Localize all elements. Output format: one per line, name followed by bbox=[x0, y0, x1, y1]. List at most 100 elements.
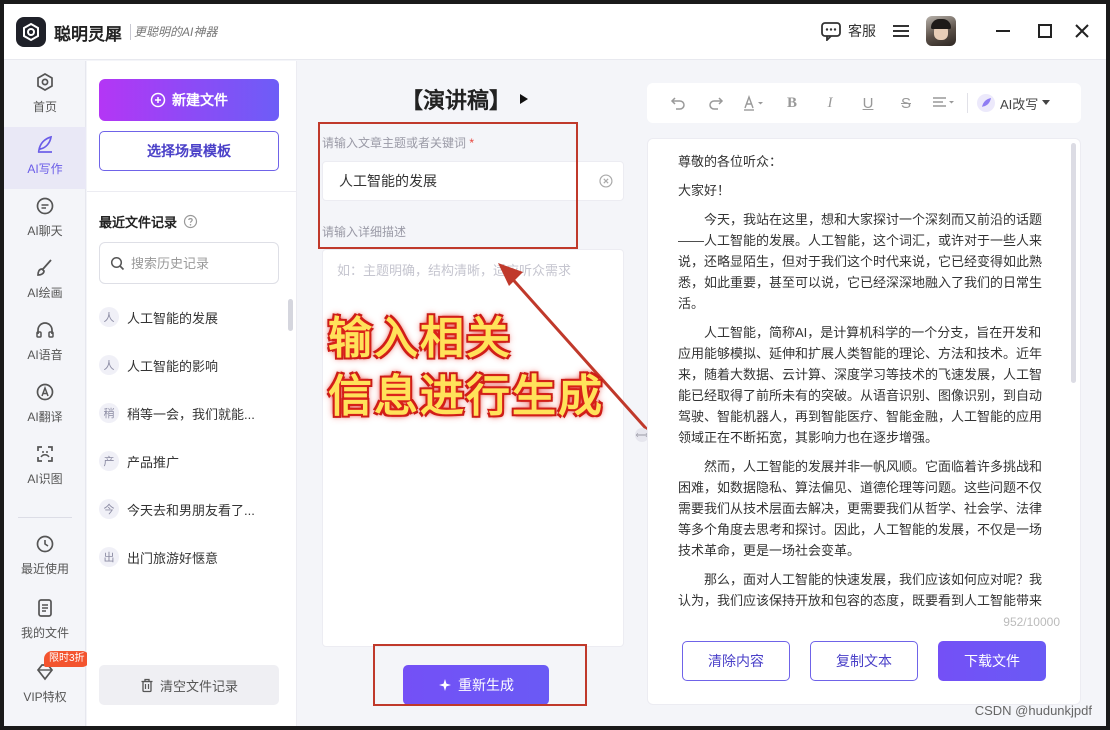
app-logo-icon bbox=[16, 17, 46, 47]
history-item-text: 出门旅游好惬意 bbox=[127, 550, 219, 566]
left-nav: 首页 AI写作 AI聊天 AI绘画 AI语音 AI翻译 AI识图 最近使用 我的… bbox=[4, 61, 90, 726]
nav-item-ai-translate[interactable]: AI翻译 bbox=[4, 375, 86, 437]
history-item-icon: 今 bbox=[99, 499, 119, 519]
play-arrow-icon bbox=[520, 94, 528, 104]
history-item-icon: 人 bbox=[99, 307, 119, 327]
close-icon[interactable] bbox=[1073, 22, 1091, 40]
history-item-icon: 出 bbox=[99, 547, 119, 567]
chat-icon bbox=[36, 197, 54, 215]
recent-files-title: 最近文件记录 bbox=[99, 215, 178, 230]
pen-icon bbox=[37, 135, 53, 153]
title-divider bbox=[130, 24, 131, 40]
topic-input[interactable] bbox=[339, 173, 600, 189]
detail-field[interactable] bbox=[322, 249, 624, 647]
customer-service-button[interactable]: 客服 bbox=[820, 21, 876, 41]
nav-item-ai-chat[interactable]: AI聊天 bbox=[4, 189, 86, 251]
nav-item-my-files[interactable]: 我的文件 bbox=[4, 591, 86, 653]
editor-panel: 尊敬的各位听众： 大家好！ 今天，我站在这里，想和大家探讨一个深刻而又前沿的话题… bbox=[647, 138, 1081, 705]
chat-bubble-icon bbox=[821, 22, 841, 41]
history-item[interactable]: 产产品推广 bbox=[99, 437, 279, 485]
italic-icon[interactable]: I bbox=[811, 88, 849, 118]
nav-label: AI聊天 bbox=[27, 224, 63, 238]
nav-divider bbox=[18, 517, 72, 518]
doc-type-selector[interactable]: 【演讲稿】 bbox=[298, 83, 632, 115]
nav-item-recent[interactable]: 最近使用 bbox=[4, 527, 86, 589]
history-search-input[interactable] bbox=[131, 255, 271, 271]
history-item-icon: 人 bbox=[99, 355, 119, 375]
app-window: 聪明灵犀 更聪明的AI神器 客服 首页 AI写作 AI聊天 AI绘画 AI语音 … bbox=[4, 4, 1106, 726]
body-paragraph: 人工智能，简称AI，是计算机科学的一个分支，旨在开发和应用能够模拟、延伸和扩展人… bbox=[678, 325, 1043, 445]
plus-circle-icon bbox=[150, 92, 166, 108]
history-item-icon: 产 bbox=[99, 451, 119, 471]
greeting-paragraph: 尊敬的各位听众： bbox=[678, 154, 783, 169]
clear-history-button[interactable]: 清空文件记录 bbox=[99, 665, 279, 705]
minimize-icon[interactable] bbox=[994, 22, 1012, 40]
history-item-text: 产品推广 bbox=[127, 454, 180, 470]
customer-service-label: 客服 bbox=[848, 23, 876, 39]
nav-item-home[interactable]: 首页 bbox=[4, 65, 86, 127]
toolbar-divider bbox=[967, 93, 968, 113]
select-template-button[interactable]: 选择场景模板 bbox=[99, 131, 279, 171]
editor-content[interactable]: 尊敬的各位听众： 大家好！ 今天，我站在这里，想和大家探讨一个深刻而又前沿的话题… bbox=[648, 139, 1068, 611]
undo-icon[interactable] bbox=[659, 88, 697, 118]
nav-item-ai-writing[interactable]: AI写作 bbox=[4, 127, 86, 189]
detail-textarea[interactable] bbox=[337, 260, 609, 636]
strikethrough-icon[interactable]: S bbox=[887, 88, 925, 118]
chevron-down-icon bbox=[1042, 100, 1051, 105]
file-panel: 新建文件 选择场景模板 最近文件记录 人人工智能的发展 人人工智能的影响 稍稍等… bbox=[87, 61, 297, 726]
download-file-button[interactable]: 下载文件 bbox=[938, 641, 1046, 681]
nav-label: AI写作 bbox=[27, 162, 63, 176]
history-item[interactable]: 人人工智能的发展 bbox=[99, 293, 279, 341]
nav-label: AI绘画 bbox=[27, 286, 63, 300]
app-name: 聪明灵犀 bbox=[54, 25, 122, 44]
nav-item-ai-voice[interactable]: AI语音 bbox=[4, 313, 86, 375]
body-paragraph: 那么，面对人工智能的快速发展，我们应该如何应对呢？我认为，我们应该保持开放和包容… bbox=[678, 572, 1043, 608]
history-search-box[interactable] bbox=[99, 242, 279, 284]
editor-scrollbar[interactable] bbox=[1071, 143, 1076, 383]
quill-icon bbox=[977, 94, 995, 112]
greeting-paragraph: 大家好！ bbox=[678, 183, 731, 198]
topic-label: 请输入文章主题或者关键词 * bbox=[322, 134, 474, 151]
nav-item-ai-image-recognition[interactable]: AI识图 bbox=[4, 437, 86, 499]
menu-icon[interactable] bbox=[892, 23, 910, 39]
history-item-text: 稍等一会，我们就能... bbox=[127, 406, 255, 422]
align-icon[interactable] bbox=[925, 88, 963, 118]
nav-label: 最近使用 bbox=[20, 562, 69, 576]
body-paragraph: 然而，人工智能的发展并非一帆风顺。它面临着许多挑战和困难，如数据隐私、算法偏见、… bbox=[678, 459, 1043, 558]
help-icon[interactable] bbox=[183, 214, 198, 229]
font-color-icon[interactable] bbox=[735, 88, 773, 118]
underline-icon[interactable]: U bbox=[849, 88, 887, 118]
user-avatar[interactable] bbox=[926, 16, 956, 46]
maximize-icon[interactable] bbox=[1036, 22, 1054, 40]
brush-icon bbox=[37, 259, 52, 276]
history-item[interactable]: 稍稍等一会，我们就能... bbox=[99, 389, 279, 437]
required-mark: * bbox=[469, 136, 475, 150]
topic-field[interactable] bbox=[322, 161, 624, 201]
history-item[interactable]: 出出门旅游好惬意 bbox=[99, 533, 279, 581]
char-count: 952/10000 bbox=[1003, 615, 1060, 629]
regenerate-label: 重新生成 bbox=[458, 677, 514, 693]
clear-content-button[interactable]: 清除内容 bbox=[682, 641, 790, 681]
redo-icon[interactable] bbox=[697, 88, 735, 118]
bold-icon[interactable]: B bbox=[773, 88, 811, 118]
copy-text-button[interactable]: 复制文本 bbox=[810, 641, 918, 681]
clear-input-icon[interactable] bbox=[599, 174, 613, 188]
nav-label: AI识图 bbox=[27, 472, 63, 486]
history-item-text: 人工智能的影响 bbox=[127, 358, 219, 374]
app-slogan: 更聪明的AI神器 bbox=[134, 25, 218, 39]
doc-type-title: 【演讲稿】 bbox=[400, 88, 511, 113]
image-scan-icon bbox=[37, 446, 53, 462]
ai-rewrite-button[interactable]: AI改写 bbox=[976, 93, 1051, 113]
nav-label: 首页 bbox=[32, 100, 57, 114]
history-scrollbar[interactable] bbox=[288, 299, 293, 331]
new-file-button[interactable]: 新建文件 bbox=[99, 79, 279, 121]
title-bar: 聪明灵犀 更聪明的AI神器 客服 bbox=[4, 4, 1106, 60]
history-icon bbox=[36, 535, 54, 553]
trash-icon bbox=[141, 678, 153, 692]
panel-divider bbox=[87, 191, 297, 192]
regenerate-button[interactable]: 重新生成 bbox=[403, 665, 549, 705]
input-form: 【演讲稿】 请输入文章主题或者关键词 * 请输入详细描述 重新生成 bbox=[298, 61, 632, 726]
nav-item-ai-painting[interactable]: AI绘画 bbox=[4, 251, 86, 313]
history-item[interactable]: 人人工智能的影响 bbox=[99, 341, 279, 389]
history-item[interactable]: 今今天去和男朋友看了... bbox=[99, 485, 279, 533]
